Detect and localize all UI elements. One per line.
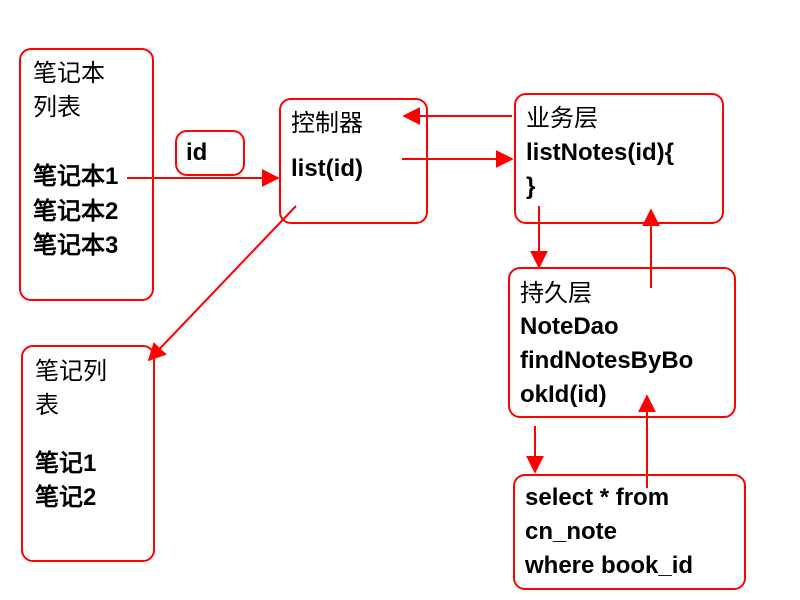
arrows-layer [127,107,660,488]
arrow-controller-to-note-list [147,205,297,362]
